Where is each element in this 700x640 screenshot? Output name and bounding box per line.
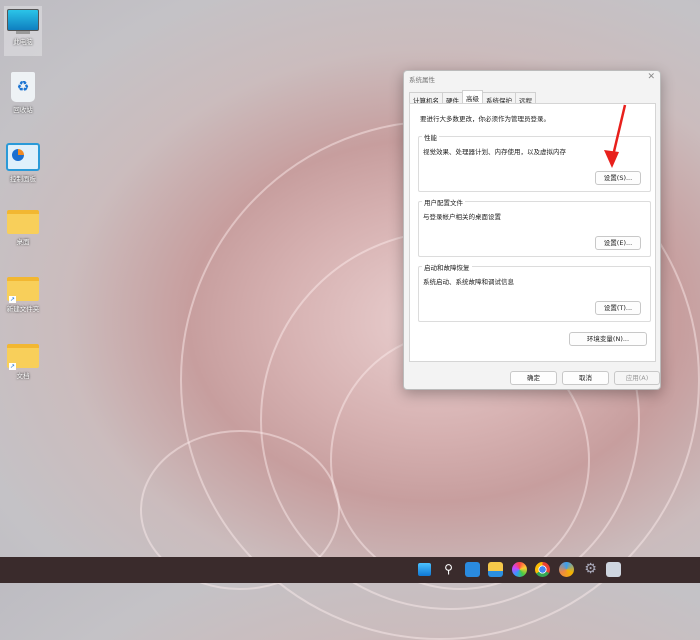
control-panel-icon xyxy=(6,143,40,171)
cancel-button[interactable]: 取消 xyxy=(562,371,609,385)
paint-icon[interactable] xyxy=(559,562,574,577)
desktop-icon-label: 回收站 xyxy=(13,106,33,114)
desktop-icon-this-pc[interactable]: 此电脑 xyxy=(4,6,42,56)
desktop-icon-label: 新建文件夹 xyxy=(6,305,40,313)
file-explorer-icon[interactable] xyxy=(488,562,503,577)
taskbar: ⚲ ⚙ xyxy=(0,557,700,583)
search-icon[interactable]: ⚲ xyxy=(441,562,456,577)
ok-button[interactable]: 确定 xyxy=(510,371,557,385)
desktop-icon-label: 桌面 xyxy=(16,238,30,246)
performance-settings-button[interactable]: 设置(S)... xyxy=(595,171,641,185)
folder-shortcut-icon: ↗ xyxy=(7,344,39,370)
user-profiles-settings-button[interactable]: 设置(E)... xyxy=(595,236,641,250)
widgets-icon[interactable] xyxy=(465,562,480,577)
desktop-icon-documents[interactable]: ↗ 文档 xyxy=(4,344,42,380)
desktop-icon-label: 文档 xyxy=(16,372,30,380)
desktop-icon-folder-shortcut[interactable]: ↗ 新建文件夹 xyxy=(4,277,42,313)
startup-settings-button[interactable]: 设置(T)... xyxy=(595,301,641,315)
start-icon[interactable] xyxy=(417,562,432,577)
desktop-icon-folder[interactable]: 桌面 xyxy=(4,210,42,246)
group-title: 性能 xyxy=(422,132,439,142)
chrome-icon[interactable] xyxy=(535,562,550,577)
group-desc: 视觉效果、处理器计划、内存使用，以及虚拟内存 xyxy=(423,148,566,156)
group-desc: 系统启动、系统故障和调试信息 xyxy=(423,278,514,286)
group-title: 启动和故障恢复 xyxy=(422,262,472,272)
apply-button[interactable]: 应用(A) xyxy=(614,371,660,385)
group-desc: 与登录帐户相关的桌面设置 xyxy=(423,213,501,221)
system-icon[interactable] xyxy=(606,562,621,577)
admin-note: 要进行大多数更改，你必须作为管理员登录。 xyxy=(420,115,550,123)
title-bar[interactable]: 系统属性 ✕ xyxy=(404,71,660,87)
close-icon[interactable]: ✕ xyxy=(647,72,655,82)
environment-variables-button[interactable]: 环境变量(N)... xyxy=(569,332,647,346)
desktop-icon-control-panel[interactable]: 控制面板 xyxy=(4,143,42,183)
settings-icon[interactable]: ⚙ xyxy=(583,562,598,577)
folder-icon xyxy=(7,210,39,234)
dialog-title: 系统属性 xyxy=(409,76,435,84)
red-arrow-annotation xyxy=(604,104,627,168)
computer-icon xyxy=(7,9,39,31)
user-profiles-group: 用户配置文件 与登录帐户相关的桌面设置 设置(E)... xyxy=(418,197,651,257)
startup-recovery-group: 启动和故障恢复 系统启动、系统故障和调试信息 设置(T)... xyxy=(418,262,651,322)
recycle-bin-icon: ♻ xyxy=(11,72,35,102)
desktop-icon-label: 控制面板 xyxy=(10,175,36,183)
group-title: 用户配置文件 xyxy=(422,197,465,207)
desktop-icon-label: 此电脑 xyxy=(13,38,33,46)
photos-icon[interactable] xyxy=(512,562,527,577)
folder-shortcut-icon: ↗ xyxy=(7,277,39,303)
desktop-icon-recycle-bin[interactable]: ♻ 回收站 xyxy=(4,72,42,114)
